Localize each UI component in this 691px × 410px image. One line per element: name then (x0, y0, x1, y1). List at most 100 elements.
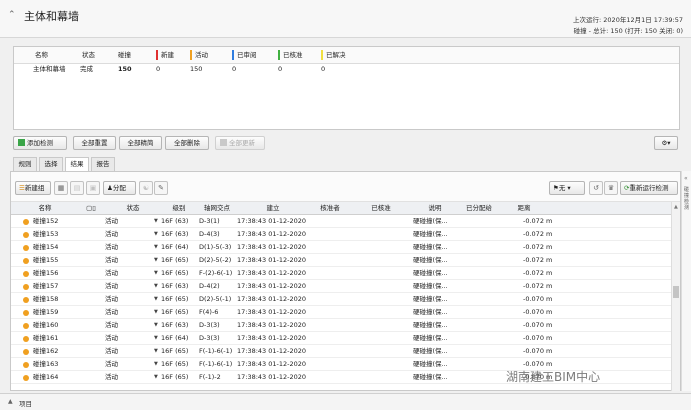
status-dropdown-icon[interactable]: ▼ (154, 332, 158, 345)
col-clashes[interactable]: 碰撞 (118, 47, 131, 64)
clash-result-row[interactable]: 碰撞160 活动 16F (63) D-3(3) 17:38:43 01-12-2020… (11, 319, 671, 332)
col-approved-by[interactable]: 核准者 (309, 202, 351, 215)
col-assigned-to[interactable]: 已分配给 (459, 202, 499, 215)
active-status-dot-icon (23, 297, 29, 303)
clash-created: 17:38:43 01-12-2020 (237, 334, 307, 342)
col-name[interactable]: 名称 (35, 47, 48, 64)
reset-status-icon[interactable]: ↺ (589, 181, 603, 195)
col-distance[interactable]: 距离 (501, 202, 547, 215)
group-select-icon[interactable]: ▦ (54, 181, 68, 195)
display-filter-dropdown[interactable]: ⚑无 ▾ (549, 181, 585, 195)
tab-report[interactable]: 报告 (91, 157, 115, 171)
col-clash-name[interactable]: 名称 (15, 202, 75, 215)
clash-description: 硬碰撞(保... (413, 230, 448, 238)
col-resolved-label: 已解决 (326, 51, 346, 59)
col-description[interactable]: 说明 (411, 202, 459, 215)
col-comment-icons[interactable]: ▢▯ (77, 202, 105, 215)
status-dropdown-icon[interactable]: ▼ (154, 345, 158, 358)
col-approved[interactable]: 已核准 (278, 47, 303, 64)
import-export-button[interactable]: ⚙▾ (654, 136, 678, 150)
ungroup-icon[interactable]: ▤ (70, 181, 84, 195)
collapse-caret-icon[interactable]: ⌃ (8, 10, 16, 20)
status-dropdown-icon[interactable]: ▼ (154, 280, 158, 293)
clash-result-row[interactable]: 碰撞154 活动 16F (64) D(1)-5(-3) 17:38:43 01-12-… (11, 241, 671, 254)
scrollbar-thumb[interactable] (673, 286, 679, 298)
new-group-button[interactable]: ☰新建组 (15, 181, 51, 195)
col-approved-time[interactable]: 已核准 (351, 202, 411, 215)
clash-description: 硬碰撞(保... (413, 256, 448, 264)
col-level[interactable]: 级别 (161, 202, 197, 215)
clash-result-row[interactable]: 碰撞156 活动 16F (65) F-(2)-6(-1) 17:38:43 01-12… (11, 267, 671, 280)
clash-name: 碰撞159 (33, 308, 59, 316)
display-filter-label: 无 (558, 184, 566, 192)
clash-result-row[interactable]: 碰撞162 活动 16F (65) F(-1)-6(-1) 17:38:43 01-12… (11, 345, 671, 358)
clash-summary-text: 碰撞 - 总计: 150 (打开: 150 关闭: 0) (573, 27, 683, 35)
clash-level: 16F (65) (161, 256, 189, 264)
col-grid-intersection[interactable]: 轴网交点 (197, 202, 237, 215)
new-color-swatch (156, 50, 158, 60)
rerun-test-button[interactable]: ⟳重新运行检测 (620, 181, 678, 195)
side-panel-strip[interactable]: « 碰撞检测 (681, 171, 691, 391)
test-approved: 0 (278, 65, 283, 73)
assign-button[interactable]: ♟分配 (103, 181, 136, 195)
col-new[interactable]: 新建 (156, 47, 174, 64)
clash-description: 硬碰撞(保... (413, 243, 448, 251)
update-all-button[interactable]: 全部更新 (215, 136, 265, 150)
compact-all-button[interactable]: 全部精简 (119, 136, 162, 150)
scroll-up-icon[interactable]: ▲ (674, 204, 678, 210)
results-scrollbar[interactable]: ▲ (671, 202, 680, 391)
add-test-button[interactable]: 添加检测 (13, 136, 67, 150)
status-dropdown-icon[interactable]: ▼ (154, 228, 158, 241)
status-dropdown-icon[interactable]: ▼ (154, 371, 158, 384)
status-dropdown-icon[interactable]: ▼ (154, 215, 158, 228)
test-name: 主体和幕墙 (33, 65, 66, 73)
col-active[interactable]: 活动 (190, 47, 208, 64)
clash-result-row[interactable]: 碰撞158 活动 16F (65) D(2)-5(-1) 17:38:43 01-12-… (11, 293, 671, 306)
side-panel-label[interactable]: 碰撞检测 (684, 187, 690, 211)
clash-description: 硬碰撞(保... (413, 295, 448, 303)
status-dropdown-icon[interactable]: ▼ (154, 319, 158, 332)
status-dropdown-icon[interactable]: ▼ (154, 241, 158, 254)
rerun-label: 重新运行检测 (629, 184, 669, 192)
delete-all-button[interactable]: 全部删除 (165, 136, 209, 150)
status-dropdown-icon[interactable]: ▼ (154, 306, 158, 319)
tab-rules[interactable]: 规则 (13, 157, 37, 171)
tests-table-row[interactable]: 主体和幕墙 完成 150 0 150 0 0 0 (14, 64, 679, 75)
clash-result-row[interactable]: 碰撞153 活动 16F (63) D-4(3) 17:38:43 01-12-2020… (11, 228, 671, 241)
active-status-dot-icon (23, 284, 29, 290)
col-reviewed[interactable]: 已审阅 (232, 47, 257, 64)
expand-side-panel-icon[interactable]: « (684, 175, 688, 182)
active-status-dot-icon (23, 375, 29, 381)
tab-select[interactable]: 选择 (39, 157, 63, 171)
clash-result-row[interactable]: 碰撞157 活动 16F (63) D-4(2) 17:38:43 01-12-2020… (11, 280, 671, 293)
reset-all-button[interactable]: 全部重置 (73, 136, 116, 150)
items-bar[interactable]: ▲ 项目 (0, 393, 691, 410)
clash-result-row[interactable]: 碰撞152 活动 16F (63) D-3(1) 17:38:43 01-12-2020… (11, 215, 671, 228)
clash-result-row[interactable]: 碰撞159 活动 16F (65) F(4)-6 17:38:43 01-12-2020… (11, 306, 671, 319)
clash-name: 碰撞161 (33, 334, 59, 342)
add-test-icon (18, 139, 25, 146)
tab-results[interactable]: 结果 (65, 157, 89, 172)
clash-result-row[interactable]: 碰撞161 活动 16F (64) D-3(3) 17:38:43 01-12-2020… (11, 332, 671, 345)
expand-items-icon[interactable]: ▲ (8, 398, 13, 405)
clash-description: 硬碰撞(保... (413, 217, 448, 225)
clash-name: 碰撞158 (33, 295, 59, 303)
update-all-icon (220, 139, 227, 146)
col-resolved[interactable]: 已解决 (321, 47, 346, 64)
clash-description: 硬碰撞(保... (413, 269, 448, 277)
test-reviewed: 0 (232, 65, 237, 73)
comment-icon[interactable]: ✎ (154, 181, 168, 195)
clash-result-row[interactable]: 碰撞155 活动 16F (65) D(2)-5(-2) 17:38:43 01-12-… (11, 254, 671, 267)
assigned-icon[interactable]: ♛ (604, 181, 618, 195)
status-dropdown-icon[interactable]: ▼ (154, 267, 158, 280)
results-grid-header: 名称 ▢▯ 状态 级别 轴网交点 建立 核准者 已核准 说明 已分配给 距离 (11, 202, 671, 215)
unassign-icon[interactable]: ☯ (139, 181, 153, 195)
col-status[interactable]: 状态 (82, 47, 95, 64)
status-dropdown-icon[interactable]: ▼ (154, 358, 158, 371)
col-clash-status[interactable]: 状态 (105, 202, 161, 215)
results-grid-body: 碰撞152 活动 16F (63) D-3(1) 17:38:43 01-12-2020… (11, 215, 671, 392)
status-dropdown-icon[interactable]: ▼ (154, 254, 158, 267)
explode-group-icon[interactable]: ▣ (86, 181, 100, 195)
col-created[interactable]: 建立 (237, 202, 309, 215)
status-dropdown-icon[interactable]: ▼ (154, 293, 158, 306)
